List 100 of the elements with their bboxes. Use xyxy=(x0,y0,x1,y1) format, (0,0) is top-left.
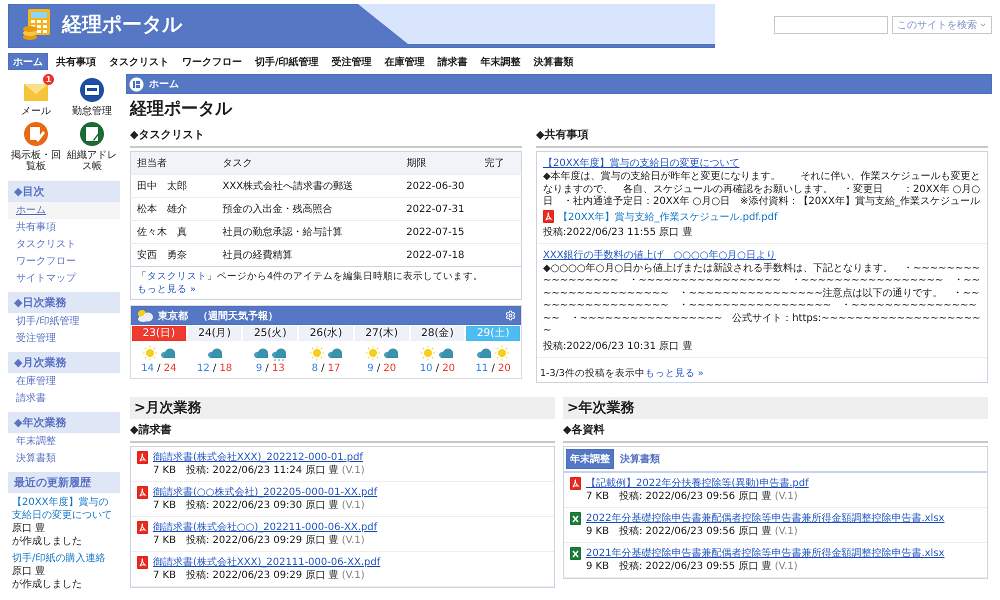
more-link[interactable]: もっと見る » xyxy=(644,368,704,379)
recent-update-link[interactable]: 【20XX年度】賞与の支給日の変更について xyxy=(12,496,116,522)
file-meta-text: 7 KB 投稿: 2022/06/23 09:29 原口 豊 (V.1) xyxy=(153,569,366,582)
quick-link-label[interactable]: 組織アドレス帳 xyxy=(65,150,119,172)
sidebar-link[interactable]: サイトマップ xyxy=(8,270,120,287)
temperature-text: 8 / 17 xyxy=(312,363,340,376)
action-text: が作成しました xyxy=(12,578,83,591)
list-footer-text: 「タスクリスト」ページから4件のアイテムを編集日時順に表示しています。 もっと見る » xyxy=(130,267,522,300)
attachment-link[interactable]: 【20XX年】賞与支給_作業スケジュール.pdf.pdf xyxy=(558,210,778,224)
sidebar-link[interactable]: 在庫管理 xyxy=(8,373,120,390)
file-link[interactable]: 2021年分基礎控除申告書兼配偶者控除等申告書兼所得金額調整控除申告書.xlsx xyxy=(586,547,944,560)
author-text: 原口 豊 xyxy=(12,565,46,578)
notebook-icon xyxy=(79,121,105,147)
file-link[interactable]: 御請求書(○○株式会社)_202205-000-01-XX.pdf xyxy=(153,486,378,499)
sun-icon xyxy=(308,345,325,361)
day-label: 28(金) xyxy=(410,326,464,341)
temperature-text: 11 / 20 xyxy=(476,363,511,376)
section-heading: ◆請求書 xyxy=(130,419,555,443)
calculator-coins-icon xyxy=(22,7,52,41)
post-title-link[interactable]: 【20XX年度】賞与の支給日の変更について xyxy=(543,156,981,170)
post-body-text: ◆○○○○年○月○日から値上げまたは新設される手数料は、下記となります。 ・~~~~~~~~~~~~~~~~~ ・~~~~~~~~~~~~~~~~~ ・~~~~~~~~~~~~~~~~~ ・~~~~~~~~~~~~~~~~~ ・~~~~~~~~~~~~~~~~注意点は以下の通りです。 ・~~~~~~~~~~~~~~~~~ ・~~~~~~~~~~~~~~~~~ ・~~~~~~~~~~~~~~~~~ ・~~~~~~~~~~~~~~~~~ 公式サイト：https:~~~~~~~~~~~~~~~~~~~~ xyxy=(543,262,981,338)
day-label: 23(日) xyxy=(132,326,186,341)
quick-link-label[interactable]: 掲示板・回覧板 xyxy=(9,150,63,172)
sidebar-link[interactable]: ホーム xyxy=(8,202,120,219)
file-link[interactable]: 御請求書(株式会社XXX)_202212-000-01.pdf xyxy=(153,451,365,464)
pdf-file-icon xyxy=(570,477,581,490)
pdf-file-icon xyxy=(543,210,554,223)
sidebar-heading: ◆目次 xyxy=(8,181,120,202)
pdf-file-icon xyxy=(137,521,148,534)
recent-update-link[interactable]: 切手/印紙の購入連絡 xyxy=(12,552,116,565)
file-meta-text: 7 KB 投稿: 2022/06/23 11:24 原口 豊 (V.1) xyxy=(153,464,365,477)
sidebar-heading: ◆年次業務 xyxy=(8,412,120,433)
sidebar-link[interactable]: 決算書類 xyxy=(8,450,120,467)
sidebar-link[interactable]: 共有事項 xyxy=(8,219,120,236)
sidebar-heading: 最近の更新履歴 xyxy=(8,472,120,493)
sun-icon xyxy=(420,345,436,361)
table-cell: 2022-06-30 xyxy=(400,174,478,198)
column-header: 完了 xyxy=(478,152,522,174)
notification-badge: 1 xyxy=(43,74,54,85)
day-label: 27(木) xyxy=(354,326,409,341)
category-heading: >月次業務 xyxy=(130,397,555,419)
sidebar-link[interactable]: 受注管理 xyxy=(8,330,120,347)
sun-icon xyxy=(142,345,158,361)
sidebar-link[interactable]: 請求書 xyxy=(8,390,120,407)
temperature-text: 10 / 20 xyxy=(420,363,456,376)
temperature-text: 12 / 18 xyxy=(196,363,232,376)
file-link[interactable]: 【記載例】2022年分扶養控除等(異動)申告書.pdf xyxy=(586,477,809,490)
section-heading: ◆タスクリスト xyxy=(130,124,522,148)
tab[interactable]: 決算書類 xyxy=(616,449,664,469)
sidebar-link[interactable]: ワークフロー xyxy=(8,253,120,270)
more-link[interactable]: もっと見る » xyxy=(137,284,196,295)
tab[interactable]: 年末調整 xyxy=(566,449,614,469)
sidebar-heading: ◆日次業務 xyxy=(8,292,120,313)
pdf-file-icon xyxy=(137,451,148,464)
day-label: 24(月) xyxy=(188,326,242,341)
quick-link-label[interactable]: 勤怠管理 xyxy=(72,106,112,117)
table-cell: 田中 太郎 xyxy=(130,174,217,198)
file-link[interactable]: 御請求書(株式会社XXX)_202111-000-06-XX.pdf xyxy=(153,556,380,569)
day-label: 29(土) xyxy=(466,326,520,341)
pdf-file-icon xyxy=(137,556,148,569)
sun-icon xyxy=(494,345,510,361)
table-cell: XXX株式会社へ請求書の郵送 xyxy=(216,174,400,198)
sidebar-heading: ◆月次業務 xyxy=(8,352,120,373)
column-header: 担当者 xyxy=(130,152,217,174)
search-scope-button[interactable]: このサイトを検索 xyxy=(892,16,992,34)
page-title: 経理ポータル xyxy=(130,98,234,120)
settings-icon[interactable] xyxy=(505,310,516,321)
sidebar-link[interactable]: 年末調整 xyxy=(8,433,120,450)
sidebar-link[interactable]: タスクリスト xyxy=(8,236,120,253)
file-link[interactable]: 御請求書(株式会社○○)_202211-000-06-XX.pdf xyxy=(153,521,378,534)
day-label: 25(火) xyxy=(243,326,298,341)
sidebar-link[interactable]: 切手/印紙管理 xyxy=(8,313,120,330)
file-meta-text: 7 KB 投稿: 2022/06/23 09:30 原口 豊 (V.1) xyxy=(153,499,366,512)
caret-icon xyxy=(979,21,987,29)
table-cell: 社員の勤怠承認・給与計算 xyxy=(216,220,400,244)
file-meta-text: 7 KB 投稿: 2022/06/23 09:29 原口 豊 (V.1) xyxy=(153,534,366,547)
sun-cloud-icon xyxy=(136,308,154,323)
table-cell: 預金の入出金・残高照合 xyxy=(216,198,400,220)
nav-tab[interactable]: ホーム xyxy=(8,53,48,70)
tasklist-link[interactable]: タスクリスト xyxy=(147,271,207,282)
table-cell: 松本 雄介 xyxy=(130,198,217,220)
table-cell: 社員の経費精算 xyxy=(216,244,400,266)
table-cell: 2022-07-31 xyxy=(400,198,478,220)
post-title-link[interactable]: XXX銀行の手数料の値上げ ○○○○年○月○日より xyxy=(543,248,981,262)
table-cell: 佐々木 真 xyxy=(130,220,217,244)
column-header: 期限 xyxy=(400,152,478,174)
post-meta-text: 投稿:2022/06/23 10:31 原口 豊 xyxy=(543,340,694,352)
search-field[interactable] xyxy=(774,16,888,34)
quick-link-label[interactable]: メール xyxy=(21,106,51,117)
notepad-pen-icon xyxy=(23,121,49,147)
file-link[interactable]: 2022年分基礎控除申告書兼配偶者控除等申告書兼所得金額調整控除申告書.xlsx xyxy=(586,512,944,525)
site-title: 経理ポータル xyxy=(62,10,182,38)
author-text: 原口 豊 xyxy=(12,522,46,535)
post-meta-text: 投稿:2022/06/23 11:55 原口 豊 xyxy=(543,226,694,238)
file-meta-text: 9 KB 投稿: 2022/06/23 09:55 原口 豊 (V.1) xyxy=(586,560,799,573)
page-bar-title: ホーム xyxy=(149,78,179,91)
post-count-text: 1-3/3件の投稿を表示中 もっと見る » xyxy=(539,367,705,381)
post-body-text: ◆本年度は、賞与の支給日が昨年と変更になります。 それに伴い、作業スケジュールも変更となりますので、 各自、スケジュールの再確認をお願いします。 ・変更日 ：20XX年 ○月○日 ・社内通達予定日：20XX年 ○月○日 ※添付資料：【20XX年】賞与支給_作業スケジュール xyxy=(543,171,981,208)
pdf-file-icon xyxy=(137,486,148,499)
spreadsheet-file-icon xyxy=(570,512,581,525)
